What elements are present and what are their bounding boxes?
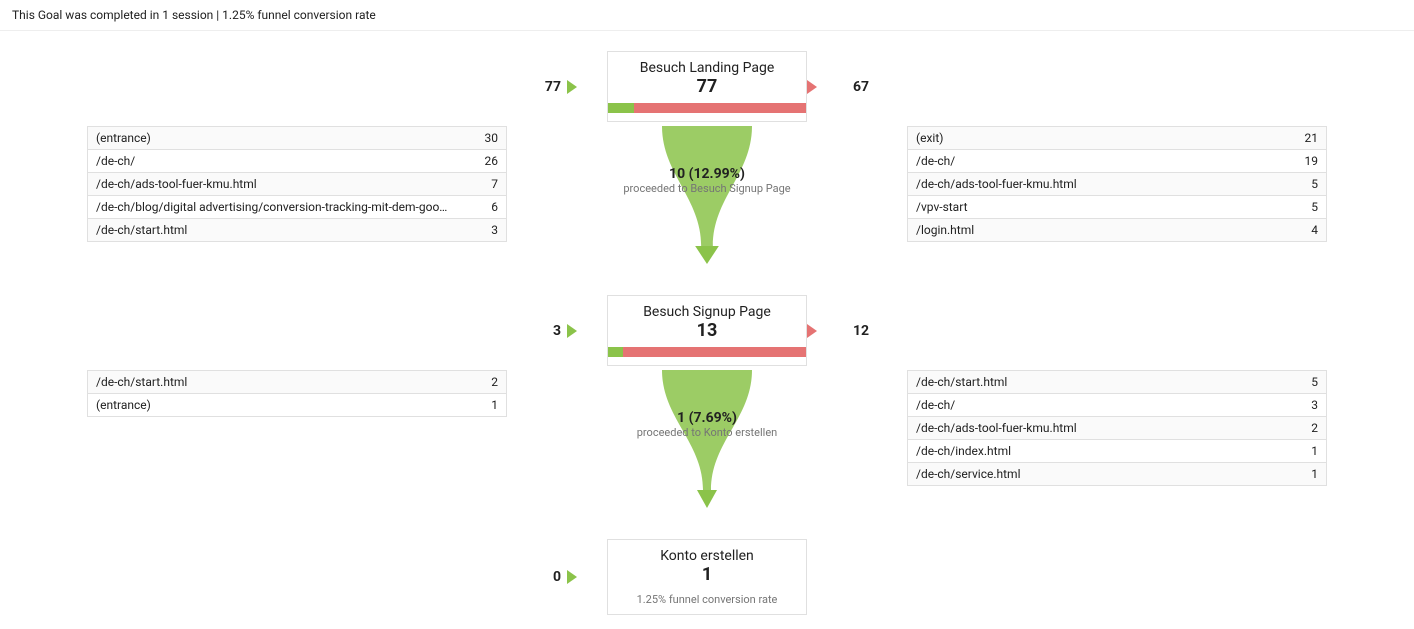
arrow-right-icon bbox=[567, 80, 577, 94]
outflow-table: (exit)21/de-ch/19/de-ch/ads-tool-fuer-km… bbox=[907, 126, 1327, 242]
count-cell: 6 bbox=[467, 196, 507, 219]
proceed-bar bbox=[608, 347, 806, 357]
bar-proceeded bbox=[608, 103, 634, 113]
inflow-count: 77 bbox=[507, 79, 567, 95]
conversion-rate-text: 1.25% funnel conversion rate bbox=[608, 593, 806, 606]
table-row[interactable]: /de-ch/blog/digital advertising/conversi… bbox=[88, 196, 507, 219]
inflow-count: 0 bbox=[507, 569, 567, 585]
table-row[interactable]: /de-ch/ads-tool-fuer-kmu.html7 bbox=[88, 173, 507, 196]
funnel-step: 77 Besuch Landing Page 77 67 bbox=[0, 31, 1414, 122]
path-cell: /de-ch/ bbox=[908, 394, 1287, 417]
step-title: Besuch Landing Page bbox=[608, 60, 806, 76]
table-row[interactable]: /de-ch/ads-tool-fuer-kmu.html5 bbox=[908, 173, 1327, 196]
table-row[interactable]: /de-ch/service.html1 bbox=[908, 463, 1327, 486]
step-title: Konto erstellen bbox=[608, 548, 806, 564]
path-cell: /de-ch/service.html bbox=[908, 463, 1287, 486]
table-row[interactable]: /de-ch/ads-tool-fuer-kmu.html2 bbox=[908, 417, 1327, 440]
inflow-count: 3 bbox=[507, 323, 567, 339]
bar-dropoff bbox=[634, 103, 806, 113]
count-cell: 1 bbox=[1287, 463, 1327, 486]
table-row[interactable]: /de-ch/26 bbox=[88, 150, 507, 173]
table-row[interactable]: /login.html4 bbox=[908, 219, 1327, 242]
step-box[interactable]: Besuch Signup Page 13 bbox=[607, 295, 807, 366]
proceed-bar bbox=[608, 103, 806, 113]
table-row[interactable]: /de-ch/start.html5 bbox=[908, 371, 1327, 394]
step-count: 13 bbox=[608, 320, 806, 341]
step-count: 1 bbox=[608, 564, 806, 585]
count-cell: 30 bbox=[467, 127, 507, 150]
path-cell: (entrance) bbox=[88, 127, 467, 150]
flow-proceeded-label: proceeded to Konto erstellen bbox=[607, 426, 807, 439]
bar-dropoff bbox=[623, 347, 806, 357]
bar-proceeded bbox=[608, 347, 623, 357]
step-title: Besuch Signup Page bbox=[608, 304, 806, 320]
count-cell: 5 bbox=[1287, 173, 1327, 196]
path-cell: /de-ch/index.html bbox=[908, 440, 1287, 463]
path-cell: /login.html bbox=[908, 219, 1287, 242]
inflow-table: (entrance)30/de-ch/26/de-ch/ads-tool-fue… bbox=[87, 126, 507, 242]
arrow-right-icon bbox=[807, 80, 817, 94]
outflow-count: 67 bbox=[847, 79, 907, 95]
step-box[interactable]: Konto erstellen 1 1.25% funnel conversio… bbox=[607, 539, 807, 615]
path-cell: /de-ch/ bbox=[88, 150, 467, 173]
path-cell: /de-ch/start.html bbox=[908, 371, 1287, 394]
step-count: 77 bbox=[608, 76, 806, 97]
path-cell: /vpv-start bbox=[908, 196, 1287, 219]
count-cell: 26 bbox=[467, 150, 507, 173]
count-cell: 2 bbox=[1287, 417, 1327, 440]
count-cell: 1 bbox=[467, 394, 507, 417]
count-cell: 4 bbox=[1287, 219, 1327, 242]
count-cell: 7 bbox=[467, 173, 507, 196]
table-row[interactable]: (entrance)30 bbox=[88, 127, 507, 150]
detail-row: /de-ch/start.html2(entrance)1 1 (7.69%) … bbox=[0, 370, 1414, 519]
path-cell: /de-ch/ads-tool-fuer-kmu.html bbox=[88, 173, 467, 196]
funnel-step: 3 Besuch Signup Page 13 12 bbox=[0, 275, 1414, 366]
path-cell: (entrance) bbox=[88, 394, 467, 417]
summary-text: This Goal was completed in 1 session | 1… bbox=[0, 0, 1414, 31]
count-cell: 3 bbox=[1287, 394, 1327, 417]
detail-row: (entrance)30/de-ch/26/de-ch/ads-tool-fue… bbox=[0, 126, 1414, 275]
flow-proceeded-count: 1 (7.69%) bbox=[607, 410, 807, 426]
outflow-table: /de-ch/start.html5/de-ch/3/de-ch/ads-too… bbox=[907, 370, 1327, 486]
path-cell: /de-ch/ads-tool-fuer-kmu.html bbox=[908, 417, 1287, 440]
funnel-step: 0 Konto erstellen 1 1.25% funnel convers… bbox=[0, 519, 1414, 615]
count-cell: 5 bbox=[1287, 196, 1327, 219]
flow-proceeded-label: proceeded to Besuch Signup Page bbox=[607, 182, 807, 195]
arrow-right-icon bbox=[567, 324, 577, 338]
arrow-right-icon bbox=[807, 324, 817, 338]
arrow-right-icon bbox=[567, 570, 577, 584]
inflow-table: /de-ch/start.html2(entrance)1 bbox=[87, 370, 507, 417]
flow-proceeded-count: 10 (12.99%) bbox=[607, 166, 807, 182]
outflow-count: 12 bbox=[847, 323, 907, 339]
table-row[interactable]: /vpv-start5 bbox=[908, 196, 1327, 219]
count-cell: 21 bbox=[1287, 127, 1327, 150]
path-cell: /de-ch/blog/digital advertising/conversi… bbox=[88, 196, 467, 219]
count-cell: 5 bbox=[1287, 371, 1327, 394]
table-row[interactable]: (entrance)1 bbox=[88, 394, 507, 417]
path-cell: /de-ch/ads-tool-fuer-kmu.html bbox=[908, 173, 1287, 196]
step-box[interactable]: Besuch Landing Page 77 bbox=[607, 51, 807, 122]
path-cell: /de-ch/start.html bbox=[88, 219, 467, 242]
path-cell: (exit) bbox=[908, 127, 1287, 150]
table-row[interactable]: /de-ch/start.html3 bbox=[88, 219, 507, 242]
path-cell: /de-ch/ bbox=[908, 150, 1287, 173]
table-row[interactable]: /de-ch/start.html2 bbox=[88, 371, 507, 394]
count-cell: 2 bbox=[467, 371, 507, 394]
count-cell: 19 bbox=[1287, 150, 1327, 173]
count-cell: 1 bbox=[1287, 440, 1327, 463]
table-row[interactable]: /de-ch/index.html1 bbox=[908, 440, 1327, 463]
table-row[interactable]: /de-ch/19 bbox=[908, 150, 1327, 173]
funnel-visualization: 77 Besuch Landing Page 77 67 (entrance)3… bbox=[0, 31, 1414, 629]
table-row[interactable]: (exit)21 bbox=[908, 127, 1327, 150]
path-cell: /de-ch/start.html bbox=[88, 371, 467, 394]
count-cell: 3 bbox=[467, 219, 507, 242]
table-row[interactable]: /de-ch/3 bbox=[908, 394, 1327, 417]
